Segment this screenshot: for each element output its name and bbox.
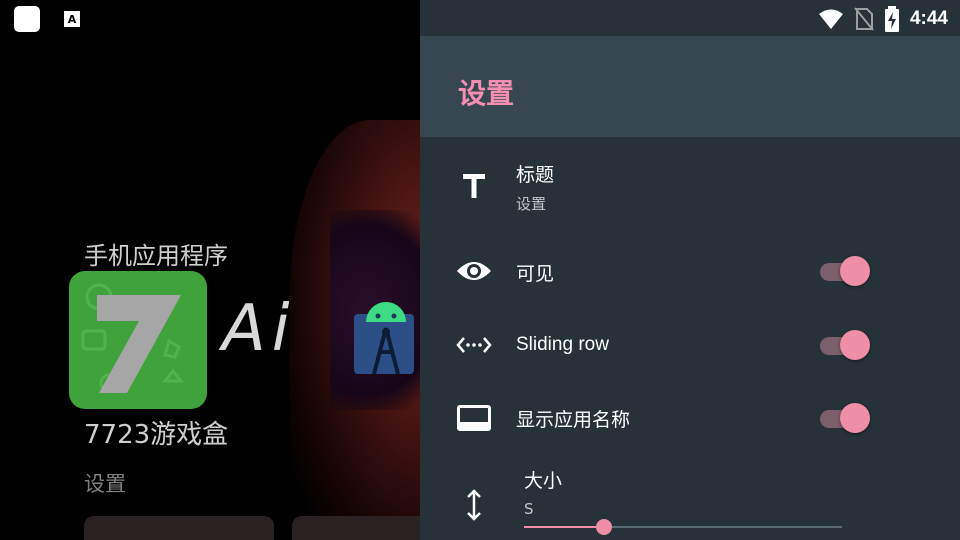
slider-thumb[interactable] xyxy=(596,519,612,535)
app-7723-logo xyxy=(81,283,185,393)
toggle-thumb xyxy=(840,256,870,286)
setting-row-show-app-name[interactable]: 显示应用名称 xyxy=(420,387,960,449)
notification-square-icon xyxy=(14,6,40,32)
show-app-name-toggle[interactable] xyxy=(820,402,872,434)
slider-fill xyxy=(524,526,604,528)
toggle-thumb xyxy=(840,403,870,433)
eye-icon xyxy=(456,253,492,289)
visible-toggle[interactable] xyxy=(820,255,872,287)
no-sim-icon xyxy=(854,7,874,31)
setting-label-sliding-row: Sliding row xyxy=(516,334,609,355)
section-settings-label: 设置 xyxy=(84,472,126,496)
setting-value-title: 设置 xyxy=(516,195,547,213)
launcher-home: A 手机应用程序 Ai 7723游戏盒 设置 xyxy=(0,0,420,540)
notification-a-icon: A xyxy=(64,11,80,27)
size-slider[interactable] xyxy=(524,519,842,535)
setting-row-title[interactable]: 标题 设置 xyxy=(420,150,960,222)
setting-label-size: 大小 xyxy=(524,470,563,492)
clock: 4:44 xyxy=(909,8,948,29)
status-left-icons: A xyxy=(14,6,80,32)
label-box-icon xyxy=(456,400,492,436)
drawer-title: 设置 xyxy=(458,77,515,110)
app-7723-label: 7723游戏盒 xyxy=(84,420,229,450)
vertical-arrows-icon xyxy=(456,487,492,523)
horizontal-arrows-icon xyxy=(456,327,492,363)
setting-row-sliding-row[interactable]: Sliding row xyxy=(420,314,960,376)
folder-title: 手机应用程序 xyxy=(84,242,228,270)
setting-label-show-app-name: 显示应用名称 xyxy=(516,409,631,431)
ai-app-icon[interactable]: Ai xyxy=(222,292,296,366)
status-bar: 4:44 xyxy=(420,0,960,36)
toggle-thumb xyxy=(840,330,870,360)
setting-label-visible: 可见 xyxy=(516,263,555,285)
wifi-icon xyxy=(818,9,843,29)
sliding-row-toggle[interactable] xyxy=(820,329,872,361)
setting-label-title: 标题 xyxy=(516,164,555,186)
drawer-app-bar: 设置 xyxy=(420,36,960,137)
setting-row-visible[interactable]: 可见 xyxy=(420,240,960,302)
battery-charging-icon xyxy=(884,6,899,32)
setting-row-size[interactable]: 大小 S xyxy=(420,466,960,540)
launcher-card[interactable] xyxy=(292,516,420,540)
launcher-card[interactable] xyxy=(84,516,274,540)
android-studio-icon[interactable] xyxy=(352,302,420,382)
setting-value-size: S xyxy=(524,500,534,518)
app-7723-icon[interactable] xyxy=(69,271,207,409)
text-t-icon xyxy=(456,168,492,204)
